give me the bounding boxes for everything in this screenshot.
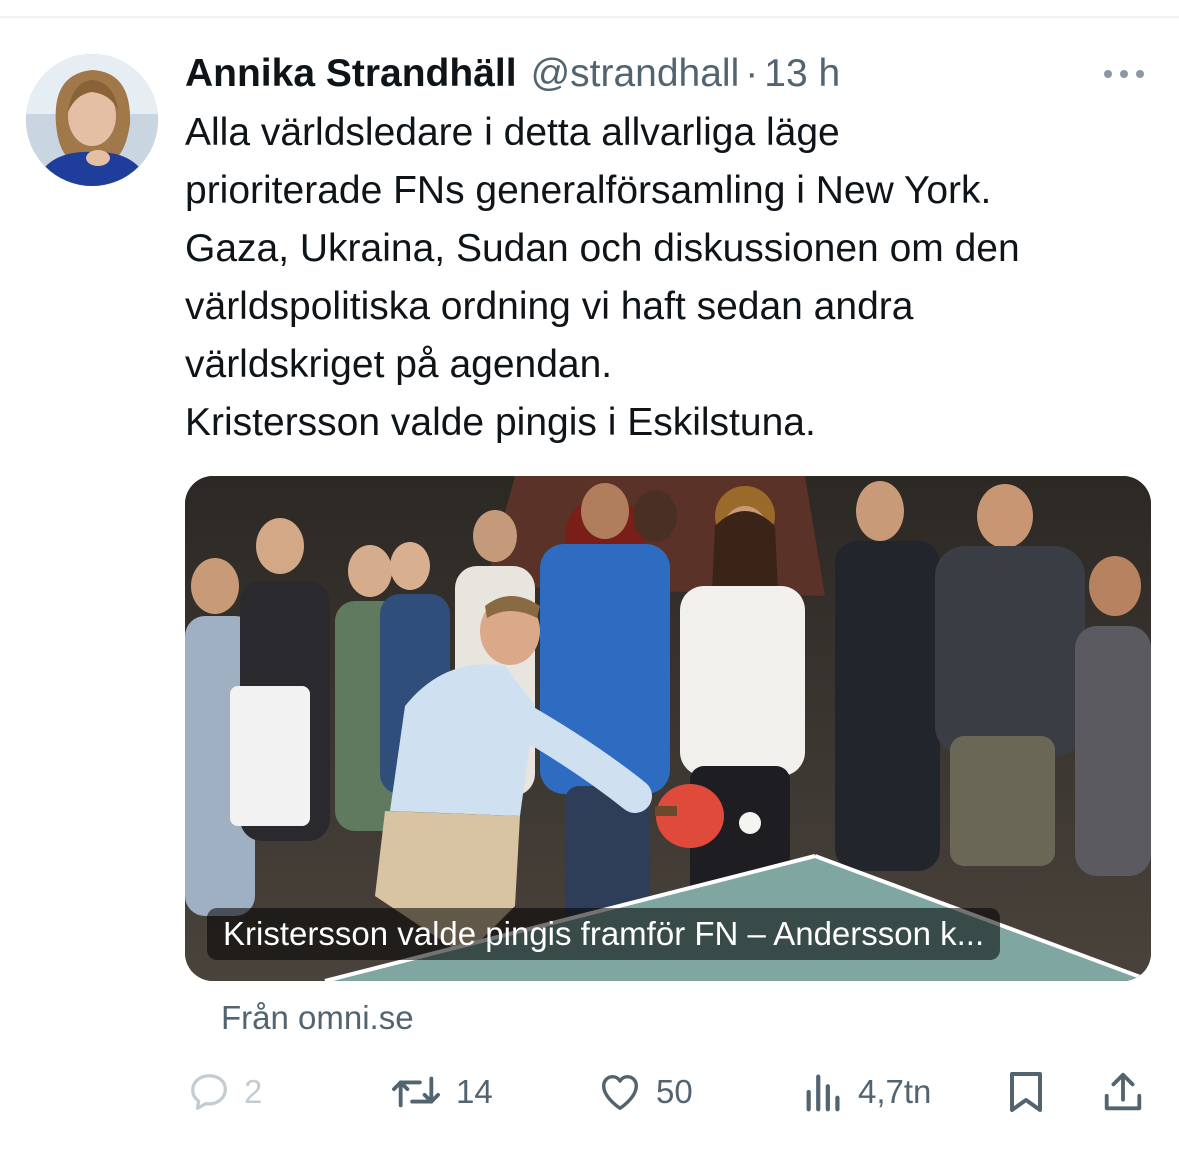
views-button[interactable]: 4,7tn [802,1062,931,1122]
like-button[interactable]: 50 [596,1062,693,1122]
share-upload-icon [1104,1072,1142,1111]
card-caption: Kristersson valde pingis framför FN – An… [207,908,1001,960]
avatar-image [26,54,158,186]
tweet-text-line: Kristersson valde pingis i Eskilstuna. [185,401,816,444]
heart-icon [601,1074,639,1111]
tweet-text-line: prioriterade FNs generalförsamling i New… [185,169,992,212]
card-photo [185,476,1151,981]
reply-count: 2 [244,1073,263,1110]
tweet-text-line: världskriget på agendan. [185,343,613,386]
author-handle[interactable]: @strandhall [531,50,740,98]
retweet-count: 14 [456,1073,493,1110]
reply-button[interactable]: 2 [186,1062,262,1122]
link-card[interactable]: Kristersson valde pingis framför FN – An… [185,476,1151,981]
share-button[interactable] [1100,1062,1146,1122]
more-dots-icon[interactable] [1100,64,1148,84]
top-divider [0,16,1179,18]
tweet-header: Annika Strandhäll @strandhall · 13 h [185,50,840,98]
tweet-text-line: världspolitiska ordning vi haft sedan an… [185,285,914,328]
tweet-text: Alla världsledare i detta allvarliga läg… [185,104,1160,452]
bar-chart-icon [806,1074,840,1112]
avatar[interactable] [26,54,158,186]
header-separator: · [745,52,759,95]
bookmark-button[interactable] [1004,1062,1048,1122]
author-name[interactable]: Annika Strandhäll [185,50,517,98]
tweet-text-line: Gaza, Ukraina, Sudan och diskussionen om… [185,227,1020,270]
views-count: 4,7tn [858,1073,932,1110]
tweet-text-line: Alla världsledare i detta allvarliga läg… [185,111,840,154]
like-count: 50 [656,1073,693,1110]
retweet-button[interactable]: 14 [388,1062,493,1122]
card-source[interactable]: Från omni.se [221,996,414,1040]
action-bar: 2 14 50 4,7tn [0,1062,1179,1122]
retweet-icon [392,1076,440,1108]
bookmark-icon [1010,1072,1042,1112]
reply-bubble-icon [191,1074,227,1110]
tweet-timestamp[interactable]: 13 h [764,50,840,98]
